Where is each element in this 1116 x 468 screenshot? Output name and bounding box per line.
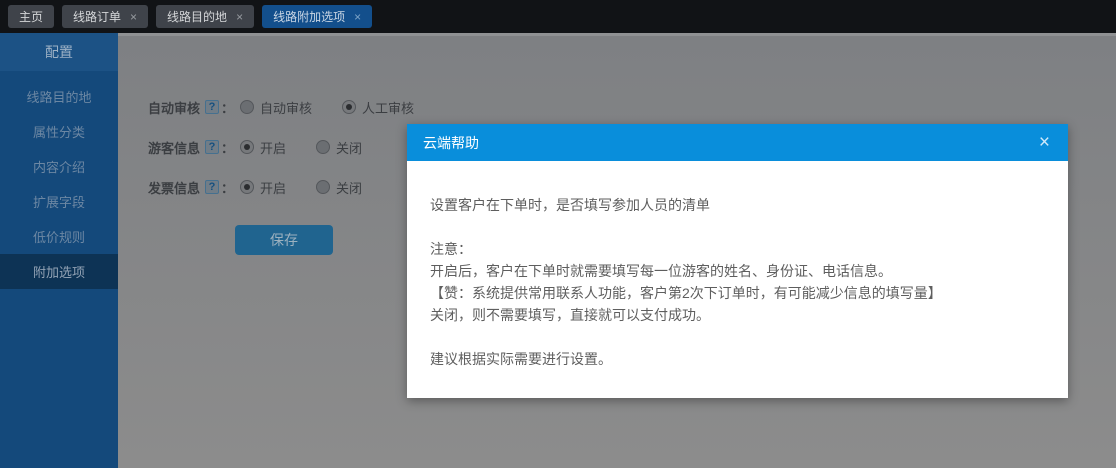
modal-text-line	[430, 326, 1044, 348]
modal-text-line	[430, 216, 1044, 238]
close-icon[interactable]: ×	[1037, 133, 1052, 152]
radio-option-manual-audit[interactable]: 人工审核	[342, 98, 414, 117]
radio-icon[interactable]	[316, 140, 330, 154]
radio-option-on[interactable]: 开启	[240, 138, 286, 157]
radio-label: 关闭	[336, 138, 362, 157]
radio-icon-selected[interactable]	[240, 180, 254, 194]
form-row-tourist-info: 游客信息 ? ： 开启 关闭	[148, 137, 444, 157]
tab-close-icon[interactable]: ×	[354, 11, 361, 23]
sidebar-item-attribute-categories[interactable]: 属性分类	[0, 114, 118, 149]
cloud-help-modal: 云端帮助 × 设置客户在下单时，是否填写参加人员的清单 注意： 开启后，客户在下…	[407, 124, 1068, 398]
radio-label: 开启	[260, 178, 286, 197]
radio-icon[interactable]	[240, 100, 254, 114]
radio-label: 自动审核	[260, 98, 312, 117]
tab-bar: 主页 线路订单 × 线路目的地 × 线路附加选项 ×	[0, 0, 1116, 33]
tab-label: 线路目的地	[167, 8, 227, 25]
radio-option-auto-audit[interactable]: 自动审核	[240, 98, 312, 117]
sidebar: 配置 线路目的地 属性分类 内容介绍 扩展字段 低价规则 附加选项	[0, 33, 118, 468]
help-icon[interactable]: ?	[205, 100, 219, 114]
tab-line-extra-options[interactable]: 线路附加选项 ×	[262, 5, 372, 28]
radio-option-off[interactable]: 关闭	[316, 178, 362, 197]
tab-close-icon[interactable]: ×	[236, 11, 243, 23]
form-row-invoice-info: 发票信息 ? ： 开启 关闭	[148, 177, 444, 197]
tab-label: 线路订单	[73, 8, 121, 25]
label-colon: ：	[221, 98, 234, 117]
modal-text-line: 建议根据实际需要进行设置。	[430, 348, 1044, 370]
radio-icon-selected[interactable]	[342, 100, 356, 114]
tab-label: 主页	[19, 8, 43, 25]
modal-header: 云端帮助 ×	[407, 124, 1068, 161]
sidebar-items: 线路目的地 属性分类 内容介绍 扩展字段 低价规则 附加选项	[0, 71, 118, 289]
radio-label: 关闭	[336, 178, 362, 197]
modal-text-line: 开启后，客户在下单时就需要填写每一位游客的姓名、身份证、电话信息。	[430, 260, 1044, 282]
modal-title: 云端帮助	[423, 133, 479, 153]
sidebar-item-line-destinations[interactable]: 线路目的地	[0, 79, 118, 114]
field-label: 发票信息	[148, 178, 200, 197]
tab-close-icon[interactable]: ×	[130, 11, 137, 23]
help-icon[interactable]: ?	[205, 180, 219, 194]
label-colon: ：	[221, 178, 234, 197]
modal-text-line: 设置客户在下单时，是否填写参加人员的清单	[430, 194, 1044, 216]
label-colon: ：	[221, 138, 234, 157]
tab-label: 线路附加选项	[273, 8, 345, 25]
modal-text-line: 注意：	[430, 238, 1044, 260]
radio-option-on[interactable]: 开启	[240, 178, 286, 197]
field-label: 游客信息	[148, 138, 200, 157]
radio-label: 开启	[260, 138, 286, 157]
tab-line-orders[interactable]: 线路订单 ×	[62, 5, 148, 28]
sidebar-item-content-intro[interactable]: 内容介绍	[0, 149, 118, 184]
radio-icon-selected[interactable]	[240, 140, 254, 154]
settings-form: 自动审核 ? ： 自动审核 人工审核 游客信息 ? ： 开启	[148, 97, 444, 217]
radio-option-off[interactable]: 关闭	[316, 138, 362, 157]
modal-text-line: 关闭，则不需要填写，直接就可以支付成功。	[430, 304, 1044, 326]
tab-home[interactable]: 主页	[8, 5, 54, 28]
field-label: 自动审核	[148, 98, 200, 117]
radio-icon[interactable]	[316, 180, 330, 194]
page: 主页 线路订单 × 线路目的地 × 线路附加选项 × 配置 线路目的地 属性分类…	[0, 0, 1116, 468]
tab-line-destinations[interactable]: 线路目的地 ×	[156, 5, 254, 28]
radio-label: 人工审核	[362, 98, 414, 117]
form-row-auto-audit: 自动审核 ? ： 自动审核 人工审核	[148, 97, 444, 117]
save-button[interactable]: 保存	[235, 225, 333, 255]
sidebar-item-low-price-rules[interactable]: 低价规则	[0, 219, 118, 254]
sidebar-item-extra-options[interactable]: 附加选项	[0, 254, 118, 289]
modal-text-line: 【赞：系统提供常用联系人功能，客户第2次下订单时，有可能减少信息的填写量】	[430, 282, 1044, 304]
sidebar-item-extended-fields[interactable]: 扩展字段	[0, 184, 118, 219]
help-icon[interactable]: ?	[205, 140, 219, 154]
modal-body: 设置客户在下单时，是否填写参加人员的清单 注意： 开启后，客户在下单时就需要填写…	[407, 161, 1068, 370]
sidebar-title: 配置	[0, 33, 118, 71]
